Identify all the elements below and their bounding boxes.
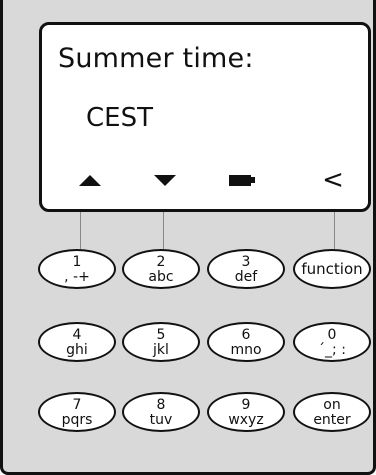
lcd-display: Summer time: CEST < (39, 22, 371, 212)
key-digit: 2 (156, 253, 166, 270)
function-key[interactable]: function (293, 249, 371, 289)
key-digit: 5 (156, 326, 166, 343)
on-enter-key[interactable]: on enter (293, 392, 371, 432)
connector-line (80, 212, 81, 249)
display-line-2: CEST (86, 103, 153, 133)
key-digit: 3 (241, 253, 251, 270)
key-digit: 4 (72, 326, 82, 343)
key-label: function (301, 259, 363, 278)
key-digit: 9 (241, 396, 251, 413)
key-letters: mno (230, 341, 262, 358)
connector-line (334, 212, 335, 249)
key-letters: tuv (149, 411, 173, 428)
key-1[interactable]: 1 , -+ (38, 249, 116, 289)
down-arrow-icon (145, 165, 185, 195)
connector-line (163, 212, 164, 249)
key-letters: def (234, 268, 258, 285)
key-letters: ghi (66, 341, 88, 358)
key-digit: 8 (156, 396, 166, 413)
device-body: Summer time: CEST < 1 , -+ 2 abc 3 def f… (0, 0, 376, 475)
key-digit: 6 (241, 326, 251, 343)
key-4[interactable]: 4 ghi (38, 322, 116, 362)
key-label-bottom: enter (313, 411, 351, 428)
key-letters: , -+ (64, 268, 90, 285)
display-line-1: Summer time: (58, 43, 254, 74)
key-letters: jkl (153, 341, 169, 358)
key-letters: wxyz (228, 411, 264, 428)
up-arrow-icon (70, 165, 110, 195)
key-3[interactable]: 3 def (207, 249, 285, 289)
key-7[interactable]: 7 pqrs (38, 392, 116, 432)
key-5[interactable]: 5 jkl (122, 322, 200, 362)
key-9[interactable]: 9 wxyz (207, 392, 285, 432)
key-letters: abc (148, 268, 174, 285)
key-digit: 7 (72, 396, 82, 413)
key-label-top: on (323, 396, 341, 413)
key-2[interactable]: 2 abc (122, 249, 200, 289)
key-0[interactable]: 0 ´_; : (293, 322, 371, 362)
key-letters: ´_; : (318, 341, 346, 358)
back-label: < (322, 165, 344, 195)
key-digit: 0 (327, 326, 337, 343)
key-6[interactable]: 6 mno (207, 322, 285, 362)
battery-icon (222, 165, 262, 195)
key-8[interactable]: 8 tuv (122, 392, 200, 432)
key-letters: pqrs (61, 411, 93, 428)
key-digit: 1 (72, 253, 82, 270)
